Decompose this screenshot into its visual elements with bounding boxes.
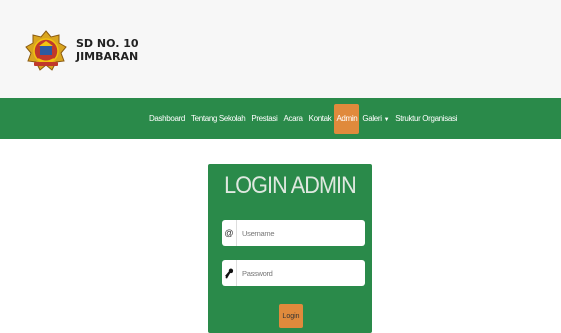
username-input[interactable]: [237, 227, 364, 239]
nav-item-admin[interactable]: Admin: [334, 103, 360, 134]
nav-item-dashboard[interactable]: Dashboard: [146, 110, 188, 128]
school-name-line1: SD NO. 10: [76, 37, 139, 50]
site-header: SD NO. 10 JIMBARAN: [0, 0, 561, 98]
password-field[interactable]: [222, 260, 365, 286]
nav-item-struktur-organisasi[interactable]: Struktur Organisasi: [392, 110, 460, 128]
nav-menu: Dashboard Tentang Sekolah Prestasi Acara…: [146, 98, 460, 139]
school-name-line2: JIMBARAN: [76, 50, 139, 63]
password-input[interactable]: [237, 267, 364, 279]
nav-item-galeri-label: Galeri: [362, 113, 382, 123]
nav-item-galeri[interactable]: Galeri ▼: [359, 110, 392, 128]
login-form: LOGIN ADMIN @ Login: [208, 164, 372, 333]
key-icon: [222, 260, 237, 286]
school-name[interactable]: SD NO. 10 JIMBARAN: [76, 37, 139, 63]
nav-item-kontak[interactable]: Kontak: [306, 110, 335, 128]
nav-item-tentang-sekolah[interactable]: Tentang Sekolah: [188, 110, 248, 128]
login-title: LOGIN ADMIN: [224, 172, 357, 199]
username-field[interactable]: @: [222, 220, 365, 246]
nav-item-prestasi[interactable]: Prestasi: [248, 110, 280, 128]
school-crest-icon[interactable]: [24, 29, 68, 73]
at-sign-icon: @: [222, 220, 237, 246]
login-button[interactable]: Login: [279, 304, 303, 328]
key-icon-glyph: [224, 268, 233, 278]
main-navbar: Dashboard Tentang Sekolah Prestasi Acara…: [0, 98, 561, 139]
nav-item-acara[interactable]: Acara: [280, 110, 305, 128]
caret-down-icon: ▼: [383, 116, 390, 123]
